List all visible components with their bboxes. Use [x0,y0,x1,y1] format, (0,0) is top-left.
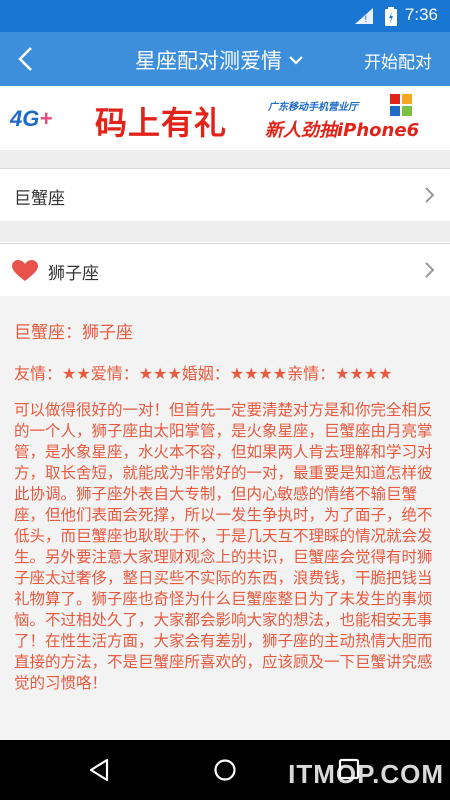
title-dropdown[interactable]: 星座配对测爱情 [135,45,304,75]
banner-4g-tag: 4G+ [10,106,52,132]
banner-plus-text: + [39,106,53,131]
back-icon[interactable] [12,44,42,74]
second-sign-label: 狮子座 [48,264,99,284]
banner-logo-icon [390,94,414,116]
heart-icon [12,260,38,286]
status-bar: ! 7:36 [0,0,450,32]
second-sign-selector[interactable]: 狮子座 [0,243,450,297]
battery-icon [385,7,397,30]
first-sign-selector[interactable]: 巨蟹座 [0,168,450,222]
nav-back-icon[interactable] [88,758,110,786]
app-bar: 星座配对测爱情 开始配对 [0,32,450,86]
watermark: ITMOP.COM [288,759,444,789]
nav-home-icon[interactable] [213,758,237,786]
banner-sub-text-top: 广东移动手机营业厅 [268,102,358,113]
system-nav-bar: ITMOP.COM [0,740,450,800]
match-description: 可以做得很好的一对！但首先一定要清楚对方是和你完全相反的一个人，狮子座由太阳掌管… [14,401,433,692]
page-title: 星座配对测爱情 [135,49,282,73]
chevron-right-icon [424,186,436,208]
pair-title: 巨蟹座：狮子座 [14,323,133,343]
banner-main-text: 码上有礼 [95,104,228,142]
match-ratings: 友情：★★爱情：★★★婚姻：★★★★亲情：★★★★ [14,364,393,383]
start-match-button[interactable]: 开始配对 [364,48,432,73]
banner-sub-text-bottom: 新人劲抽iPhone6 [265,120,420,141]
chevron-right-icon [424,261,436,283]
chevron-down-icon [288,51,304,70]
status-time: 7:36 [404,5,438,24]
section-divider [0,221,450,242]
wifi-icon: ! [355,8,373,28]
first-sign-label: 巨蟹座 [14,189,65,209]
ad-banner[interactable]: 4G+ 码上有礼 广东移动手机营业厅 新人劲抽iPhone6 [0,86,450,150]
svg-text:!: ! [364,15,368,24]
banner-4g-text: 4G [10,106,40,131]
match-result: 巨蟹座：狮子座 友情：★★爱情：★★★婚姻：★★★★亲情：★★★★ 可以做得很好… [0,296,450,740]
section-divider [0,150,450,168]
